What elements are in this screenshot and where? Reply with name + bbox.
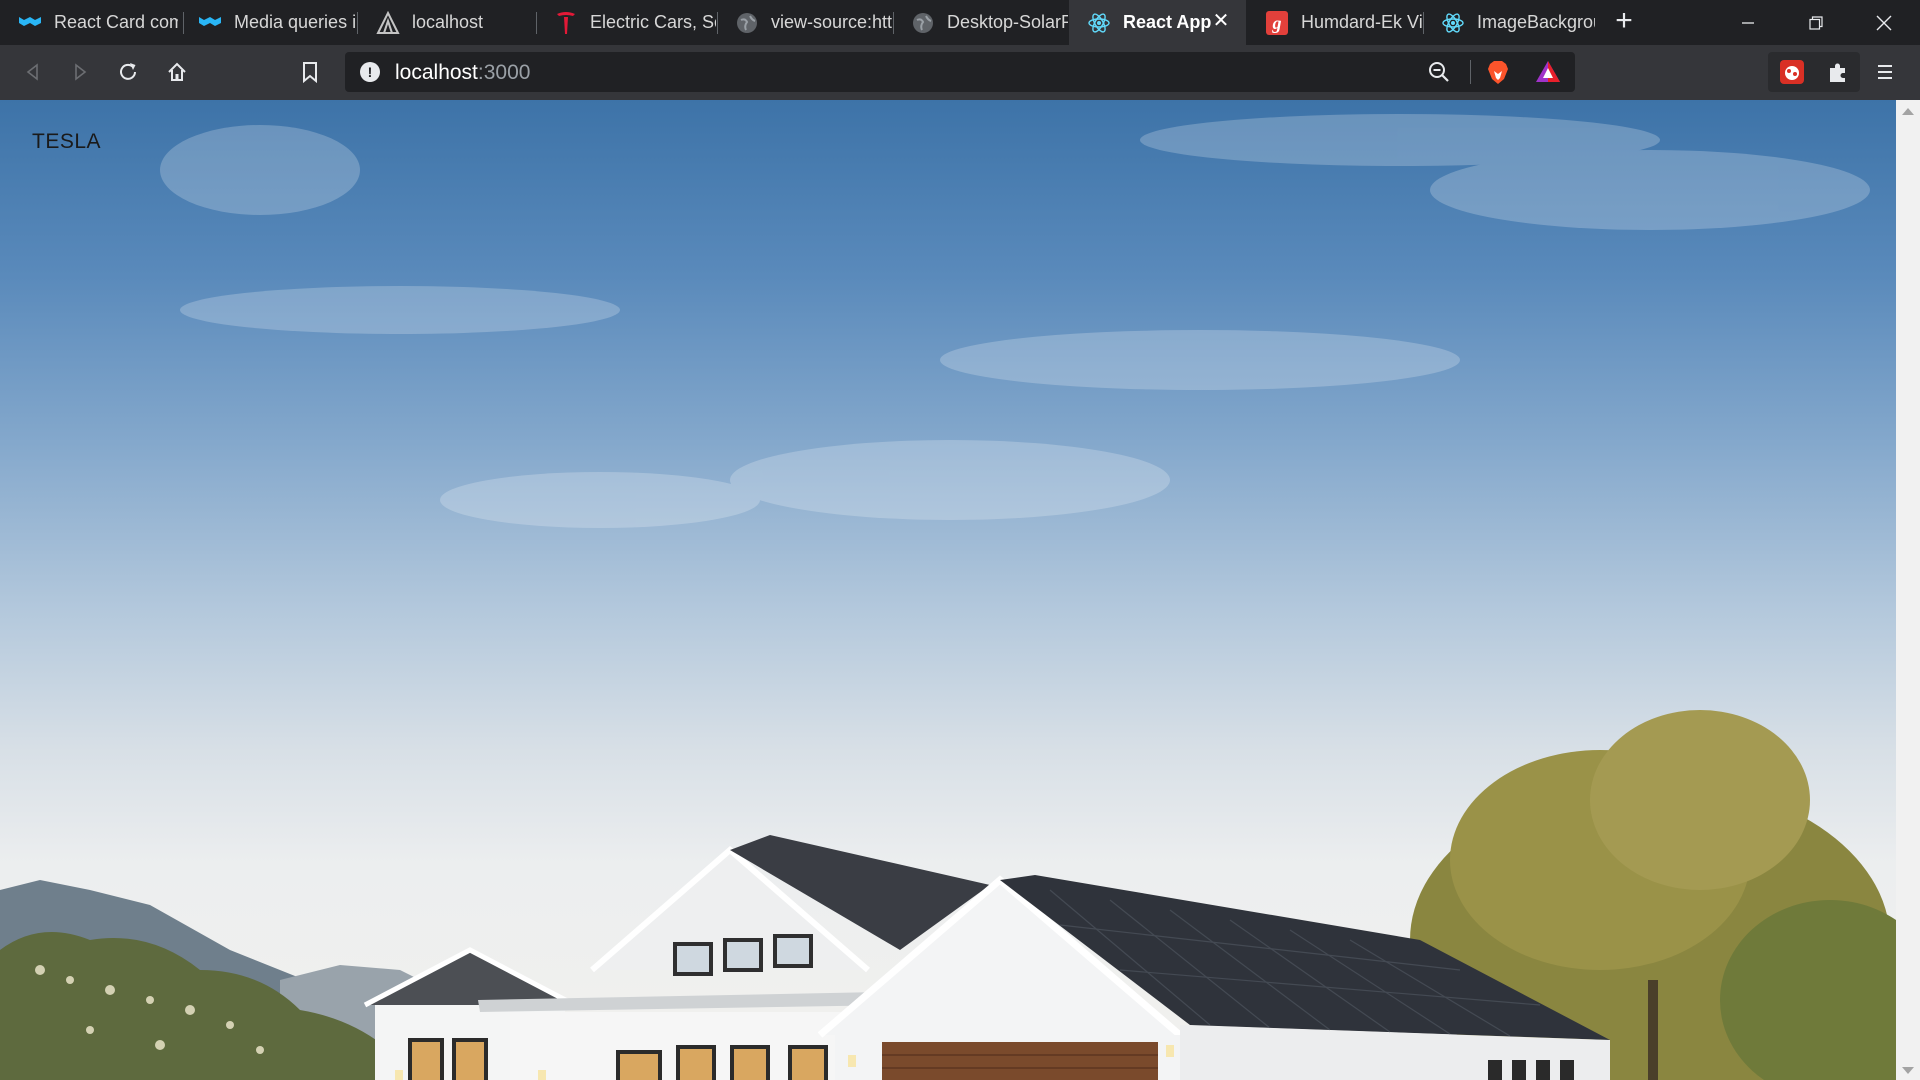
omnibox-divider bbox=[1470, 60, 1471, 84]
close-tab-icon[interactable]: ✕ bbox=[1210, 10, 1232, 32]
minimize-icon bbox=[1742, 21, 1754, 24]
tab-label: localhost bbox=[412, 12, 484, 32]
reload-button[interactable] bbox=[111, 55, 145, 89]
tab-label: Humdard-Ek Vi bbox=[1301, 12, 1422, 32]
mui-icon bbox=[198, 11, 222, 35]
globe-icon bbox=[911, 11, 935, 35]
react-icon bbox=[1441, 11, 1465, 35]
close-window-button[interactable] bbox=[1850, 0, 1918, 45]
minimize-button[interactable] bbox=[1714, 0, 1782, 45]
g-icon: g bbox=[1265, 10, 1289, 35]
puzzle-icon bbox=[1830, 63, 1845, 82]
zoom-out-icon[interactable] bbox=[1427, 60, 1451, 84]
tab-label: React Card com bbox=[54, 12, 178, 32]
tab-label: ImageBackgrou bbox=[1477, 12, 1595, 32]
reload-icon bbox=[120, 63, 136, 80]
webpack-icon bbox=[376, 10, 400, 35]
brave-shields-icon[interactable] bbox=[1485, 59, 1511, 85]
brand-logo-text[interactable]: TESLA bbox=[32, 130, 101, 154]
globe-icon bbox=[735, 11, 759, 35]
tab-media-queries[interactable]: Media queries i bbox=[180, 0, 355, 45]
extension-button[interactable] bbox=[1775, 55, 1809, 89]
tab-label: Media queries i bbox=[234, 12, 355, 32]
react-icon bbox=[1087, 11, 1111, 35]
scroll-up-arrow-icon[interactable] bbox=[1902, 108, 1914, 115]
extensions-button[interactable] bbox=[1821, 55, 1855, 89]
info-icon[interactable]: ! bbox=[360, 62, 380, 82]
restore-icon bbox=[1809, 15, 1823, 30]
tab-react-app[interactable]: React App ✕ bbox=[1069, 0, 1246, 45]
browser-toolbar: ! localhost:3000 bbox=[0, 45, 1920, 100]
home-button[interactable] bbox=[160, 55, 194, 89]
tab-strip: React Card com Media queries i localhost… bbox=[0, 0, 1920, 45]
tab-view-source[interactable]: view-source:htt bbox=[717, 0, 892, 45]
extension-ladybug-icon bbox=[1780, 60, 1804, 84]
tab-label: React App bbox=[1123, 12, 1212, 32]
svg-text:g: g bbox=[1272, 13, 1282, 33]
solar-house-hero-image bbox=[0, 114, 1896, 1080]
tab-humdard[interactable]: g Humdard-Ek Vi bbox=[1247, 0, 1422, 45]
tab-label: view-source:htt bbox=[771, 12, 892, 32]
tab-label: Electric Cars, Sc bbox=[590, 12, 716, 32]
forward-button[interactable] bbox=[63, 55, 97, 89]
bookmark-icon bbox=[303, 62, 317, 83]
vertical-scrollbar[interactable] bbox=[1896, 100, 1920, 1080]
forward-arrow-icon bbox=[75, 63, 87, 81]
address-bar[interactable]: ! localhost:3000 bbox=[345, 52, 1575, 92]
back-arrow-icon bbox=[26, 63, 38, 81]
home-icon bbox=[168, 62, 186, 81]
tab-localhost[interactable]: localhost bbox=[358, 0, 533, 45]
tab-react-card[interactable]: React Card com bbox=[0, 0, 178, 45]
brave-rewards-icon[interactable] bbox=[1535, 59, 1561, 85]
scroll-down-arrow-icon[interactable] bbox=[1902, 1067, 1914, 1074]
hamburger-menu-icon bbox=[1878, 65, 1892, 79]
url-text[interactable]: localhost:3000 bbox=[395, 61, 530, 85]
tab-image-background[interactable]: ImageBackgrou bbox=[1423, 0, 1595, 45]
bookmark-button[interactable] bbox=[293, 55, 327, 89]
back-button[interactable] bbox=[16, 55, 50, 89]
menu-button[interactable] bbox=[1868, 55, 1902, 89]
tesla-icon bbox=[554, 11, 578, 35]
page-viewport: TESLA bbox=[0, 100, 1896, 1080]
tab-desktop-solar[interactable]: Desktop-SolarP bbox=[893, 0, 1068, 45]
close-icon bbox=[1876, 15, 1892, 30]
tab-label: Desktop-SolarP bbox=[947, 12, 1068, 32]
restore-button[interactable] bbox=[1782, 0, 1850, 45]
new-tab-button[interactable]: + bbox=[1610, 6, 1638, 36]
tab-electric-cars[interactable]: Electric Cars, Sc bbox=[536, 0, 716, 45]
mui-icon bbox=[18, 11, 42, 35]
